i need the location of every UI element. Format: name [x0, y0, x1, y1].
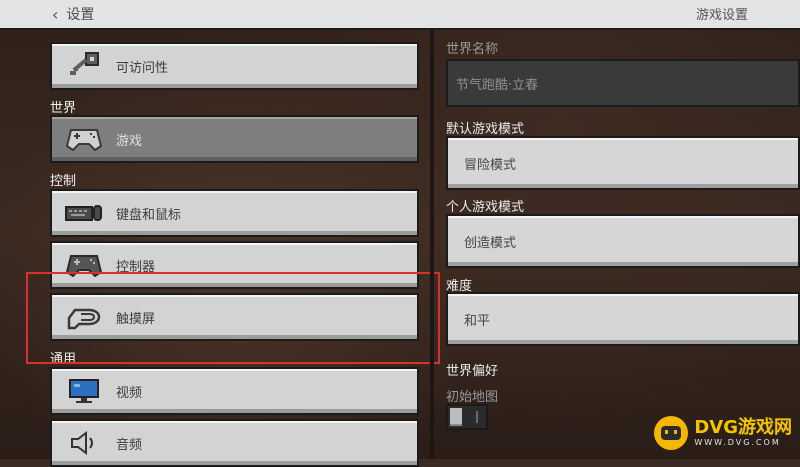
difficulty-dropdown[interactable]: 和平	[446, 292, 800, 346]
touch-hand-icon	[64, 301, 104, 333]
toggle-off-mark	[476, 411, 478, 423]
section-label-controls: 控制	[50, 174, 77, 189]
section-label-general: 通用	[50, 352, 77, 367]
sidebar-item-audio[interactable]: 音频	[50, 419, 419, 467]
sidebar-item-accessibility[interactable]: 可访问性	[50, 42, 419, 90]
personal-game-mode-label: 个人游戏模式	[446, 200, 525, 215]
page-title: 游戏设置	[695, 8, 748, 23]
world-name-label: 世界名称	[446, 42, 499, 57]
sidebar-item-controller[interactable]: 控制器	[50, 241, 419, 289]
back-button[interactable]: ‹ 设置	[52, 3, 94, 25]
toggle-knob	[450, 408, 462, 426]
back-label: 设置	[66, 7, 95, 23]
section-label-world: 世界	[50, 101, 77, 116]
difficulty-value: 和平	[464, 313, 491, 329]
default-game-mode-value: 冒险模式	[464, 157, 517, 173]
column-divider	[430, 30, 434, 459]
key-icon	[64, 50, 104, 82]
dvg-logo-icon	[654, 416, 689, 450]
sidebar-item-label: 视频	[116, 385, 143, 401]
sidebar-item-game[interactable]: 游戏	[50, 115, 419, 163]
default-game-mode-label: 默认游戏模式	[446, 122, 525, 137]
world-name-field[interactable]: 节气跑酷·立春	[446, 59, 800, 107]
speaker-icon	[64, 427, 104, 459]
sidebar-item-label: 触摸屏	[116, 311, 156, 327]
world-preferences-label: 世界偏好	[446, 364, 499, 379]
monitor-icon	[64, 375, 104, 407]
top-bar: ‹ 设置 游戏设置	[0, 0, 800, 30]
logo-subtitle: WWW.DVG.COM	[694, 438, 781, 447]
chevron-left-icon: ‹	[52, 4, 59, 24]
logo-title: DVG游戏网	[694, 417, 792, 438]
personal-game-mode-dropdown[interactable]: 创造模式	[446, 214, 800, 268]
default-game-mode-dropdown[interactable]: 冒险模式	[446, 136, 800, 190]
sidebar-item-label: 键盘和鼠标	[116, 207, 182, 223]
sidebar-item-label: 控制器	[116, 259, 156, 275]
sidebar-item-touchscreen[interactable]: 触摸屏	[50, 293, 419, 341]
world-name-value: 节气跑酷·立春	[456, 77, 539, 93]
controller-icon	[64, 249, 104, 281]
starter-map-label: 初始地图	[446, 390, 499, 405]
sidebar-item-keyboard-mouse[interactable]: 键盘和鼠标	[50, 189, 419, 237]
gamepad-icon	[64, 123, 104, 155]
personal-game-mode-value: 创造模式	[464, 235, 517, 251]
sidebar-item-label: 可访问性	[116, 60, 169, 76]
sidebar-item-video[interactable]: 视频	[50, 367, 419, 415]
starter-map-toggle[interactable]	[446, 404, 488, 430]
keyboard-mouse-icon	[64, 197, 104, 229]
sidebar-item-label: 游戏	[116, 133, 143, 149]
dvg-watermark-logo: DVG游戏网 WWW.DVG.COM	[654, 413, 792, 453]
sidebar-item-label: 音频	[116, 437, 143, 453]
